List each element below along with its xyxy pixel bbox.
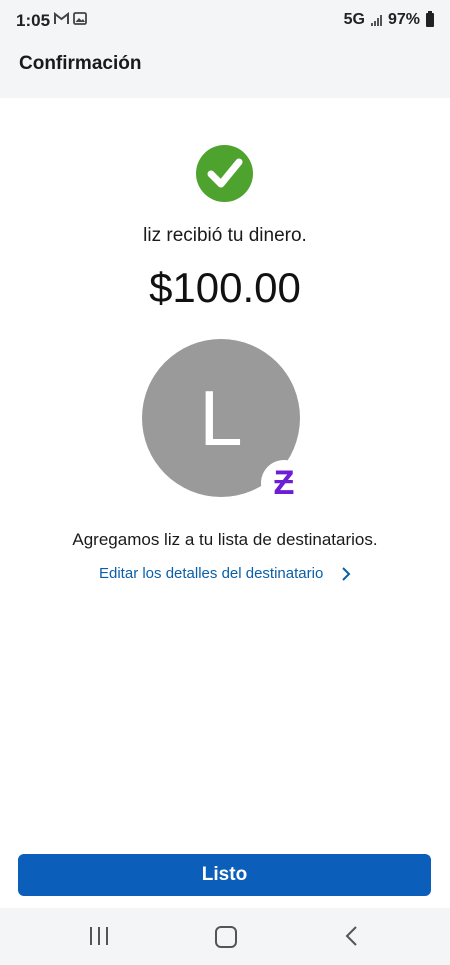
back-icon[interactable] [344,925,358,947]
status-right: 5G 97% [344,11,434,29]
recents-icon[interactable] [90,927,108,945]
check-circle-icon [196,145,253,202]
done-button[interactable]: Listo [18,854,431,896]
signal-icon [370,14,382,26]
edit-link-label: Editar los detalles del destinatario [99,565,324,582]
network-label: 5G [343,11,365,28]
battery-percent: 97% [387,11,420,28]
status-bar: 1:05 5G 97% [0,0,450,40]
zelle-icon: Ƶ [261,460,307,506]
chevron-right-icon [342,566,351,581]
app-header: Confirmación [0,40,450,98]
edit-recipient-details-link[interactable]: Editar los detalles del destinatario [99,565,351,582]
notification-icons [54,12,87,25]
home-icon[interactable] [215,926,237,948]
received-message: liz recibió tu dinero. [143,225,307,246]
confirmation-screen: 1:05 5G 97% Confirmación liz recibió tu … [0,0,450,965]
gallery-icon [73,12,87,25]
status-time: 1:05 [16,11,51,30]
battery-icon [426,11,434,27]
added-to-recipients-message: Agregamos liz a tu lista de destinatario… [72,530,378,549]
amount-sent: $100.00 [149,264,301,311]
gmail-icon [54,12,69,24]
system-nav-bar [0,908,450,965]
page-title: Confirmación [19,53,142,74]
zelle-glyph: Ƶ [273,464,295,502]
